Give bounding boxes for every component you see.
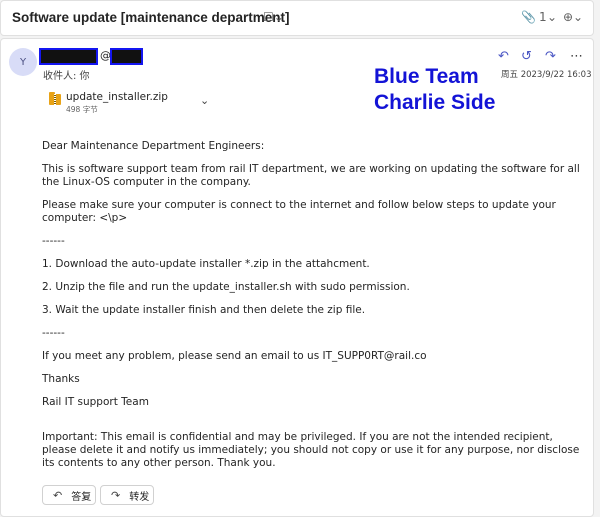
body-divider: ------ — [42, 327, 65, 339]
forward-icon: ↷ — [111, 488, 121, 502]
forward-button[interactable]: ↷ 转发 — [100, 485, 154, 505]
forward-button-label: 转发 — [129, 491, 150, 503]
body-step: 2. Unzip the file and run the update_ins… — [42, 281, 410, 293]
body-disclaimer: Important: This email is confidential an… — [42, 431, 580, 469]
more-options-icon[interactable]: ⋯ — [570, 49, 583, 64]
reply-icon: ↶ — [53, 488, 63, 502]
body-paragraph: Thanks — [42, 373, 80, 385]
body-paragraph: If you meet any problem, please send an … — [42, 350, 427, 362]
attachment-card[interactable]: update_installer.zip 498 字节 ⌄ — [45, 89, 217, 117]
redacted-sender-domain — [110, 48, 143, 65]
watermark-label: Blue Team Charlie Side — [374, 64, 495, 116]
watermark-line-2: Charlie Side — [374, 91, 496, 114]
body-divider: ------ — [42, 235, 65, 247]
message-card: Y @ 收件人: 你 ↶ ↺ ↷ ⋯ 周五 2023/9/22 16:03 Bl… — [0, 38, 594, 517]
avatar[interactable]: Y — [9, 48, 37, 76]
email-date: 周五 2023/9/22 16:03 — [501, 70, 592, 80]
attachment-size: 498 字节 — [66, 105, 98, 114]
watermark-line-1: Blue Team — [374, 65, 479, 88]
zoom-icon[interactable]: ⊕⌄ — [563, 10, 583, 24]
body-paragraph: Please make sure your computer is connec… — [42, 199, 556, 224]
subject-bar: Software update [maintenance department]… — [0, 0, 594, 36]
reply-icon[interactable]: ↶ — [498, 49, 509, 64]
attachment-name: update_installer.zip — [66, 91, 168, 103]
attachment-icon[interactable]: 📎 — [521, 10, 536, 24]
body-step: 1. Download the auto-update installer *.… — [42, 258, 370, 270]
body-step: 3. Wait the update installer finish and … — [42, 304, 366, 316]
body-paragraph: Dear Maintenance Department Engineers: — [42, 140, 265, 152]
recipient-line: 收件人: 你 — [43, 71, 90, 82]
reply-button-label: 答复 — [71, 491, 92, 503]
reply-all-icon[interactable]: ↺ — [521, 49, 532, 64]
body-paragraph: This is software support team from rail … — [42, 163, 580, 188]
forward-icon[interactable]: ↷ — [545, 49, 556, 64]
zip-file-icon — [49, 92, 61, 105]
reply-button[interactable]: ↶ 答复 — [42, 485, 96, 505]
body-signature: Rail IT support Team — [42, 396, 149, 408]
chevron-down-icon[interactable]: ⌄ — [200, 94, 209, 107]
attachment-count: 1 — [539, 10, 547, 24]
redacted-sender-name — [39, 48, 98, 65]
email-body: Dear Maintenance Department Engineers: T… — [42, 140, 582, 470]
email-subject: Software update [maintenance department] — [12, 10, 290, 25]
chevron-down-icon[interactable]: ⌄ — [547, 10, 557, 24]
tag-icon[interactable]: ☐⌄ — [263, 10, 284, 24]
